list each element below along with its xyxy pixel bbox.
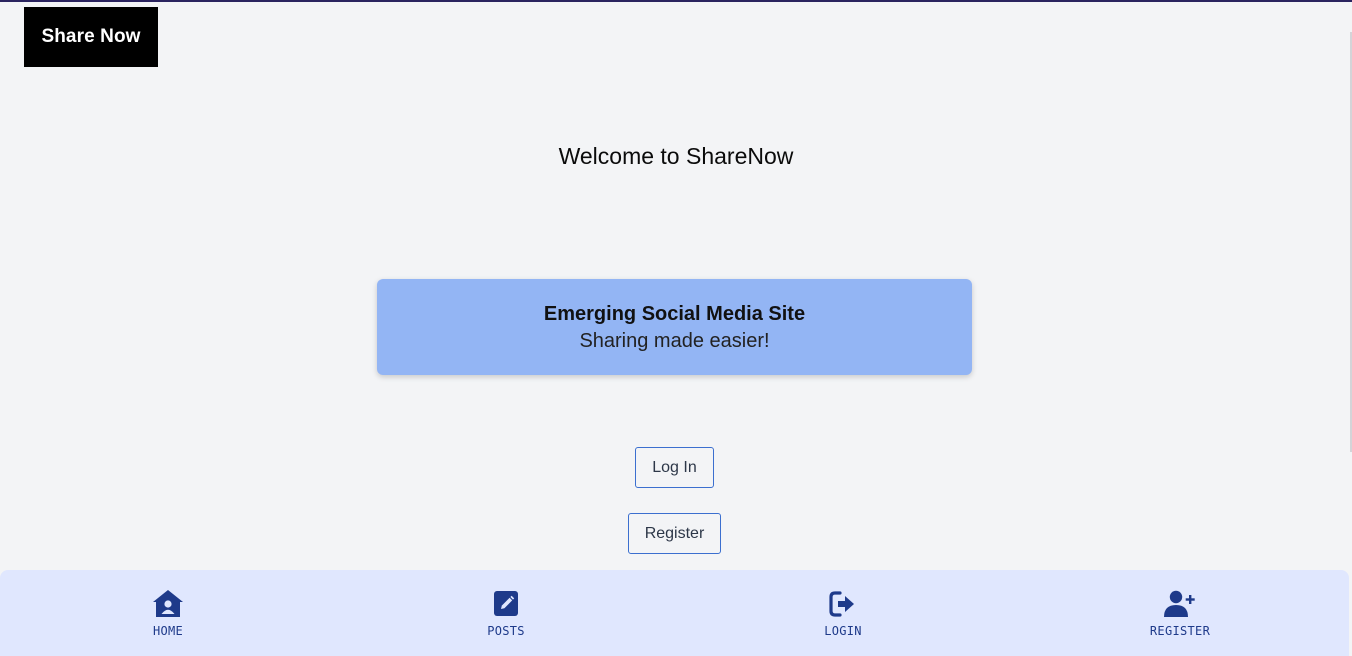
nav-label-posts: POSTS [487, 624, 525, 638]
hero-card: Emerging Social Media Site Sharing made … [377, 279, 972, 375]
nav-item-login[interactable]: LOGIN [783, 588, 903, 638]
bottom-nav: HOME POSTS LOGIN REGISTER [0, 570, 1349, 656]
nav-label-home: HOME [152, 624, 184, 638]
page: Share Now Welcome to ShareNow Emerging S… [0, 0, 1352, 656]
hero-subtitle: Sharing made easier! [579, 330, 770, 352]
login-button[interactable]: Log In [635, 447, 714, 488]
nav-item-home[interactable]: HOME [108, 588, 228, 638]
hero-title: Emerging Social Media Site [543, 303, 806, 325]
nav-label-login: LOGIN [824, 624, 862, 638]
home-icon [151, 588, 185, 620]
page-title: Welcome to ShareNow [558, 143, 794, 169]
nav-item-posts[interactable]: POSTS [446, 588, 566, 638]
register-button[interactable]: Register [628, 513, 721, 554]
login-icon [826, 588, 860, 620]
nav-item-register[interactable]: REGISTER [1120, 588, 1240, 638]
nav-label-register: REGISTER [1149, 624, 1211, 638]
user-plus-icon [1163, 588, 1197, 620]
brand-label: Share Now [41, 26, 141, 47]
edit-icon [489, 588, 523, 620]
brand-logo[interactable]: Share Now [24, 7, 158, 67]
